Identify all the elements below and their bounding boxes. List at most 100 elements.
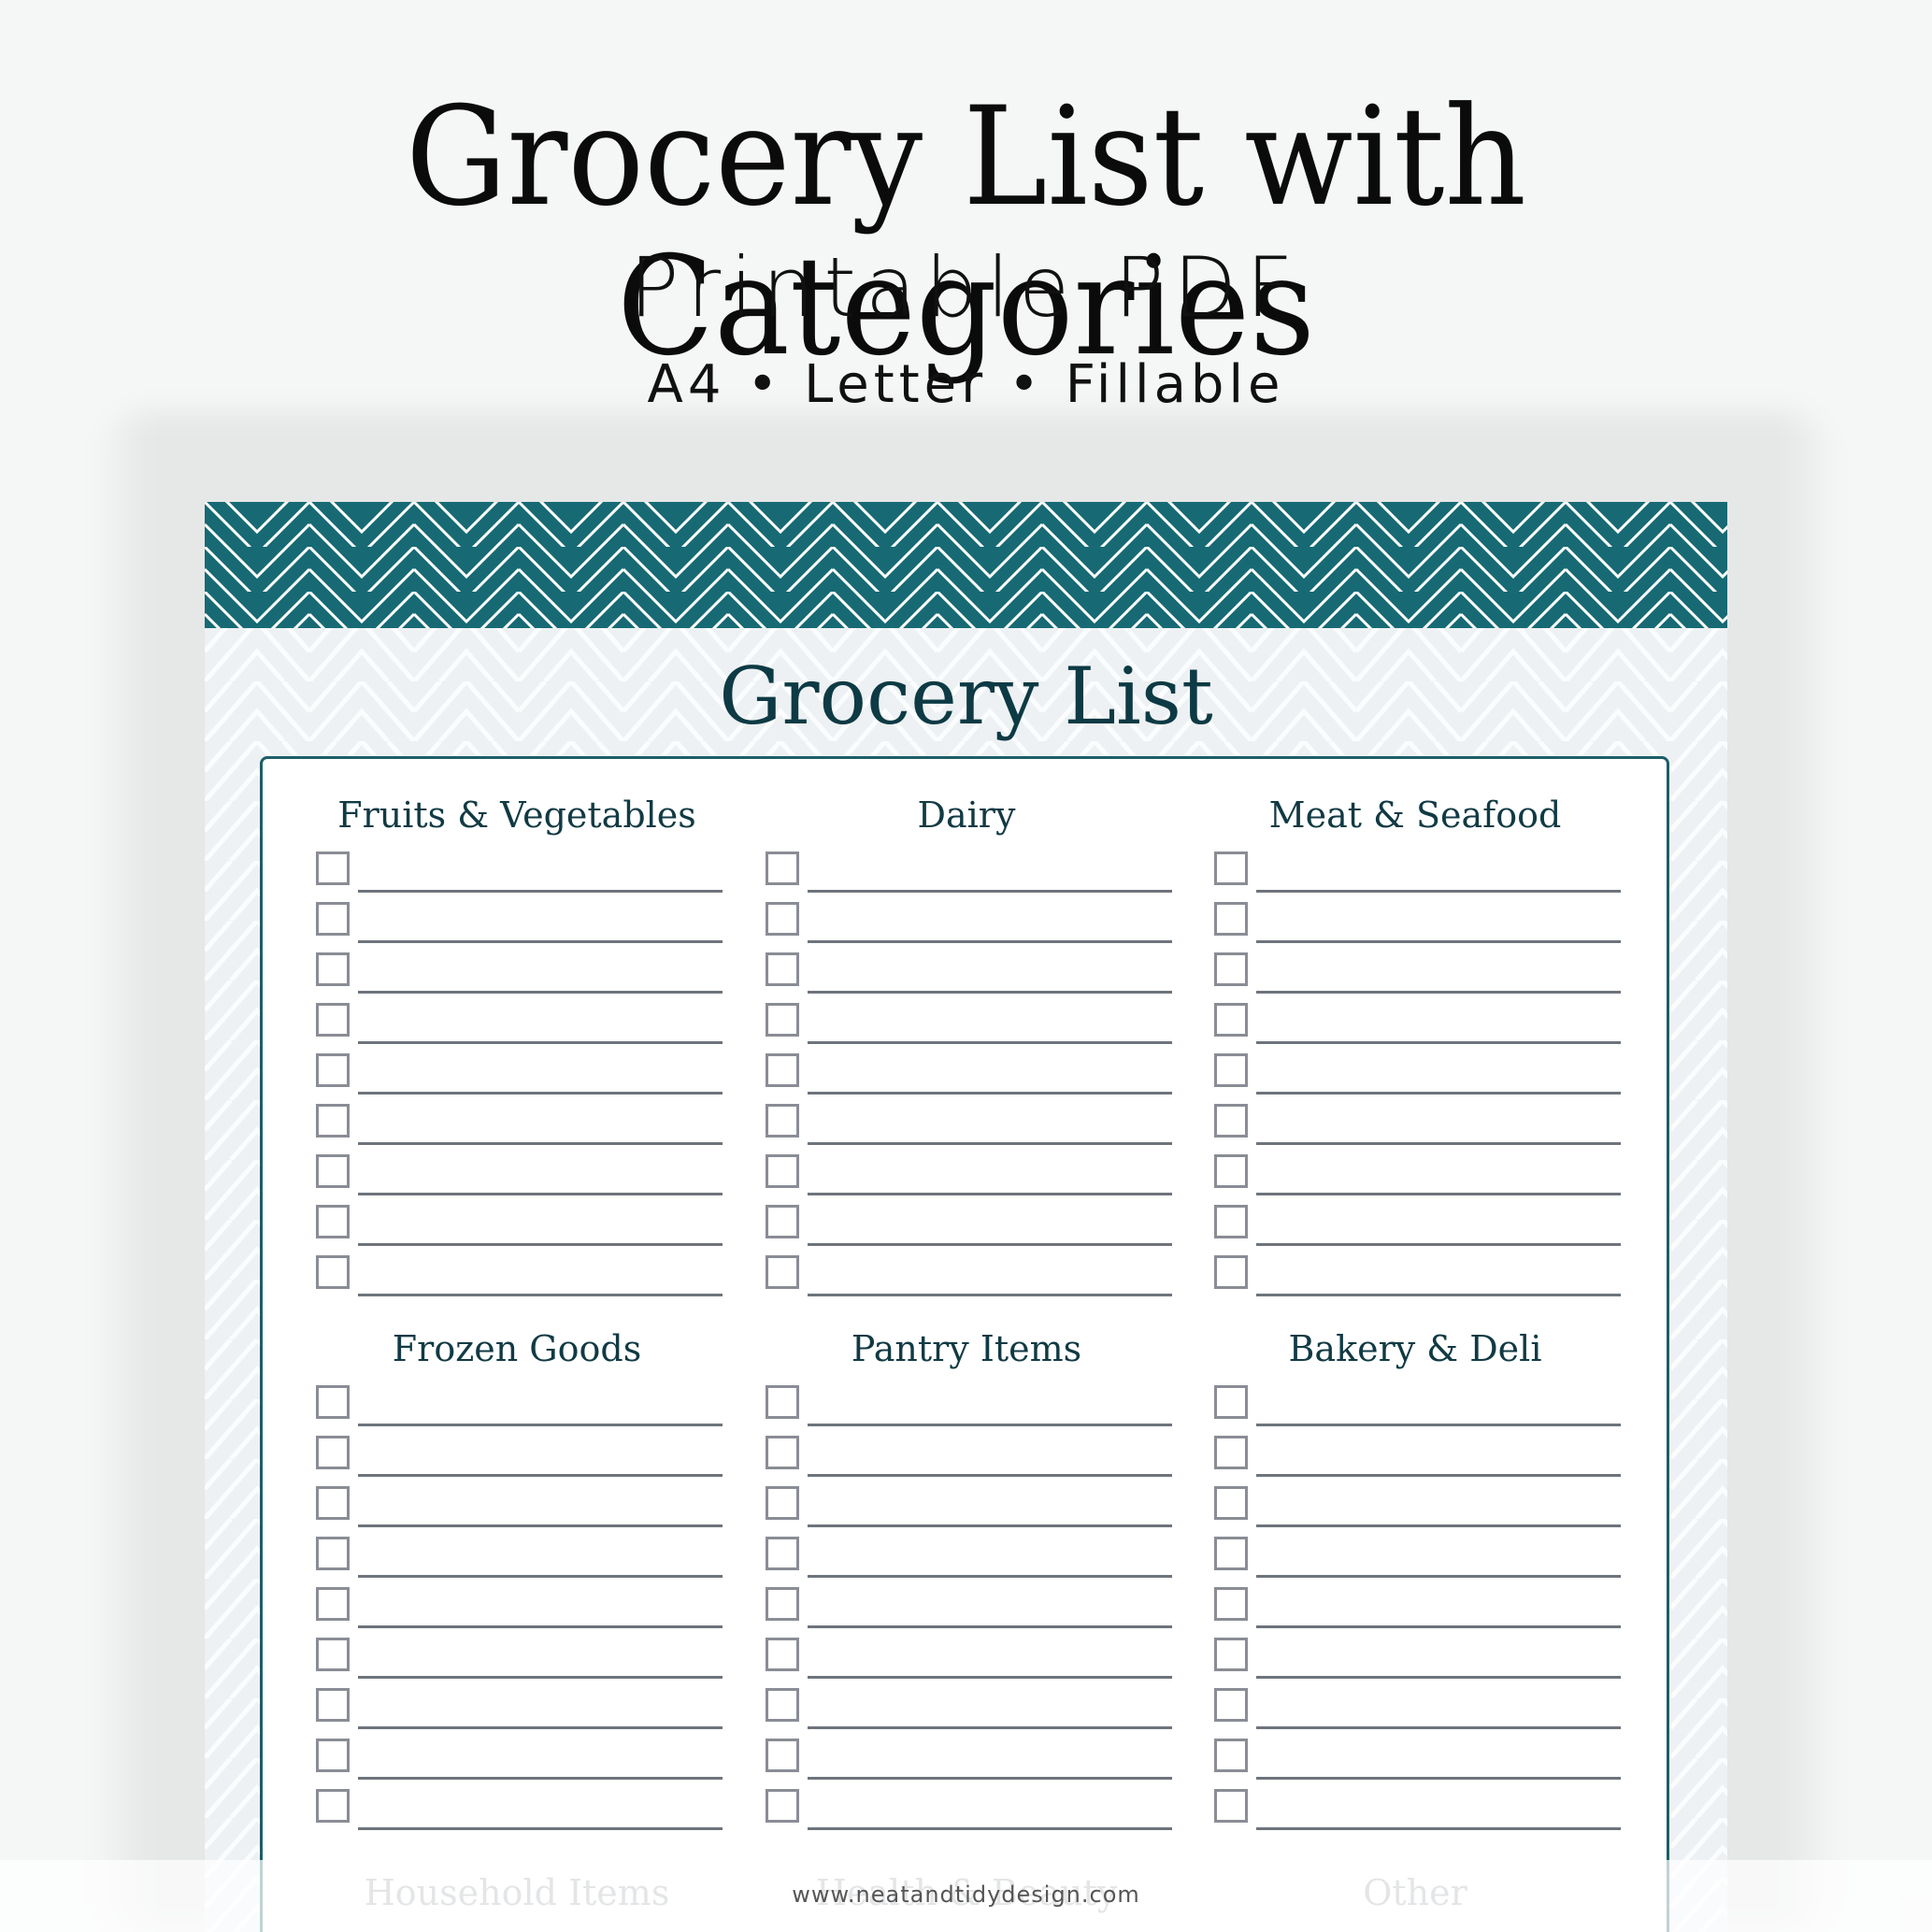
item-checkbox[interactable]	[1214, 902, 1248, 936]
item-text-field[interactable]	[358, 940, 723, 943]
item-text-field[interactable]	[358, 1041, 723, 1044]
item-checkbox[interactable]	[766, 1739, 799, 1772]
item-checkbox[interactable]	[316, 902, 350, 936]
item-text-field[interactable]	[808, 1676, 1172, 1679]
item-checkbox[interactable]	[766, 1205, 799, 1238]
item-text-field[interactable]	[808, 1424, 1172, 1426]
item-checkbox[interactable]	[766, 1436, 799, 1469]
item-text-field[interactable]	[808, 940, 1172, 943]
item-checkbox[interactable]	[1214, 1053, 1248, 1087]
item-text-field[interactable]	[358, 1092, 723, 1095]
item-text-field[interactable]	[808, 1474, 1172, 1477]
item-text-field[interactable]	[358, 890, 723, 893]
item-checkbox[interactable]	[766, 1053, 799, 1087]
item-text-field[interactable]	[1256, 1676, 1621, 1679]
item-text-field[interactable]	[1256, 940, 1621, 943]
item-text-field[interactable]	[358, 1777, 723, 1780]
item-text-field[interactable]	[808, 991, 1172, 994]
item-text-field[interactable]	[808, 1193, 1172, 1195]
item-checkbox[interactable]	[316, 1789, 350, 1823]
item-text-field[interactable]	[1256, 1524, 1621, 1527]
item-text-field[interactable]	[1256, 1142, 1621, 1145]
item-checkbox[interactable]	[316, 1053, 350, 1087]
item-checkbox[interactable]	[1214, 1205, 1248, 1238]
item-text-field[interactable]	[358, 991, 723, 994]
item-checkbox[interactable]	[316, 1587, 350, 1621]
item-checkbox[interactable]	[1214, 1638, 1248, 1671]
item-text-field[interactable]	[1256, 890, 1621, 893]
item-text-field[interactable]	[808, 1092, 1172, 1095]
item-text-field[interactable]	[808, 1142, 1172, 1145]
item-text-field[interactable]	[358, 1827, 723, 1830]
item-checkbox[interactable]	[766, 1104, 799, 1138]
item-text-field[interactable]	[358, 1575, 723, 1578]
item-checkbox[interactable]	[1214, 1154, 1248, 1188]
item-text-field[interactable]	[1256, 1294, 1621, 1296]
item-checkbox[interactable]	[766, 1789, 799, 1823]
item-checkbox[interactable]	[766, 1486, 799, 1520]
item-text-field[interactable]	[1256, 1827, 1621, 1830]
item-checkbox[interactable]	[766, 1003, 799, 1037]
item-checkbox[interactable]	[1214, 1003, 1248, 1037]
item-checkbox[interactable]	[1214, 1436, 1248, 1469]
item-checkbox[interactable]	[316, 1436, 350, 1469]
item-checkbox[interactable]	[316, 1638, 350, 1671]
item-checkbox[interactable]	[766, 1638, 799, 1671]
item-checkbox[interactable]	[766, 1154, 799, 1188]
item-checkbox[interactable]	[1214, 952, 1248, 986]
item-text-field[interactable]	[358, 1424, 723, 1426]
item-checkbox[interactable]	[316, 1255, 350, 1289]
item-text-field[interactable]	[808, 1524, 1172, 1527]
item-text-field[interactable]	[1256, 1625, 1621, 1628]
item-checkbox[interactable]	[1214, 1789, 1248, 1823]
item-text-field[interactable]	[808, 1726, 1172, 1729]
item-checkbox[interactable]	[766, 1537, 799, 1570]
item-checkbox[interactable]	[316, 1385, 350, 1419]
item-text-field[interactable]	[1256, 991, 1621, 994]
item-checkbox[interactable]	[1214, 1587, 1248, 1621]
item-text-field[interactable]	[808, 1575, 1172, 1578]
item-checkbox[interactable]	[316, 1104, 350, 1138]
item-text-field[interactable]	[808, 1777, 1172, 1780]
item-checkbox[interactable]	[316, 952, 350, 986]
item-checkbox[interactable]	[1214, 1255, 1248, 1289]
item-text-field[interactable]	[358, 1193, 723, 1195]
item-text-field[interactable]	[808, 1294, 1172, 1296]
item-text-field[interactable]	[358, 1625, 723, 1628]
item-text-field[interactable]	[808, 1625, 1172, 1628]
item-text-field[interactable]	[808, 1243, 1172, 1246]
item-checkbox[interactable]	[1214, 1739, 1248, 1772]
item-checkbox[interactable]	[1214, 852, 1248, 885]
item-text-field[interactable]	[1256, 1243, 1621, 1246]
item-checkbox[interactable]	[316, 852, 350, 885]
item-text-field[interactable]	[358, 1474, 723, 1477]
item-checkbox[interactable]	[766, 1255, 799, 1289]
item-text-field[interactable]	[1256, 1041, 1621, 1044]
item-text-field[interactable]	[808, 890, 1172, 893]
item-checkbox[interactable]	[316, 1688, 350, 1722]
item-checkbox[interactable]	[766, 1587, 799, 1621]
item-text-field[interactable]	[358, 1294, 723, 1296]
item-checkbox[interactable]	[316, 1739, 350, 1772]
item-checkbox[interactable]	[766, 952, 799, 986]
item-checkbox[interactable]	[766, 1385, 799, 1419]
item-checkbox[interactable]	[316, 1537, 350, 1570]
item-text-field[interactable]	[1256, 1092, 1621, 1095]
item-text-field[interactable]	[358, 1676, 723, 1679]
item-checkbox[interactable]	[766, 1688, 799, 1722]
item-text-field[interactable]	[358, 1243, 723, 1246]
item-checkbox[interactable]	[316, 1486, 350, 1520]
item-text-field[interactable]	[1256, 1474, 1621, 1477]
item-checkbox[interactable]	[316, 1205, 350, 1238]
item-checkbox[interactable]	[1214, 1486, 1248, 1520]
item-checkbox[interactable]	[316, 1003, 350, 1037]
item-text-field[interactable]	[808, 1041, 1172, 1044]
item-text-field[interactable]	[1256, 1575, 1621, 1578]
item-checkbox[interactable]	[1214, 1385, 1248, 1419]
item-text-field[interactable]	[358, 1726, 723, 1729]
item-checkbox[interactable]	[1214, 1688, 1248, 1722]
item-text-field[interactable]	[808, 1827, 1172, 1830]
item-text-field[interactable]	[1256, 1193, 1621, 1195]
item-text-field[interactable]	[1256, 1726, 1621, 1729]
item-text-field[interactable]	[358, 1142, 723, 1145]
